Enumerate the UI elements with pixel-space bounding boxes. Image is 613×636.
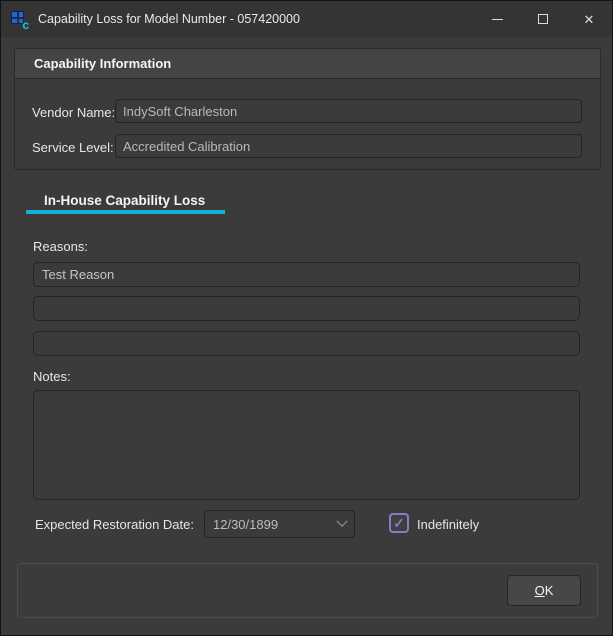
reason-input-1[interactable] [33,262,580,287]
check-icon: ✓ [393,516,405,530]
ok-button[interactable]: OK [507,575,581,606]
indefinitely-label: Indefinitely [417,517,479,532]
indefinitely-checkbox[interactable]: ✓ [389,513,409,533]
notes-label: Notes: [33,369,71,384]
expected-restoration-date-label: Expected Restoration Date: [35,517,194,532]
chevron-down-icon [336,516,347,527]
restoration-date-dropdown[interactable]: 12/30/1899 [204,510,355,538]
close-icon: ✕ [584,13,595,26]
notes-textarea[interactable] [33,390,580,500]
reasons-label: Reasons: [33,239,88,254]
maximize-icon [538,14,548,24]
app-icon: c [11,11,28,28]
window-title: Capability Loss for Model Number - 05742… [38,12,300,26]
close-button[interactable]: ✕ [566,1,612,37]
capability-loss-dialog: c Capability Loss for Model Number - 057… [0,0,613,636]
restoration-date-value: 12/30/1899 [213,517,278,532]
reason-input-3[interactable] [33,331,580,356]
tab-in-house-capability-loss[interactable]: In-House Capability Loss [44,193,205,208]
reason-input-2[interactable] [33,296,580,321]
minimize-icon [492,19,503,20]
minimize-button[interactable] [474,1,520,37]
maximize-button[interactable] [520,1,566,37]
ok-button-accel: O [535,583,545,598]
vendor-name-input[interactable] [115,99,582,123]
capability-information-panel: Capability Information Vendor Name: Serv… [14,48,601,170]
app-logo-c-icon: c [22,19,29,31]
tab-active-underline [26,210,225,214]
service-level-input[interactable] [115,134,582,158]
title-bar: c Capability Loss for Model Number - 057… [1,1,612,37]
service-level-label: Service Level: [32,140,114,155]
ok-button-rest: K [545,583,554,598]
window-controls: ✕ [474,1,612,37]
vendor-name-label: Vendor Name: [32,105,115,120]
capability-information-header: Capability Information [15,49,600,79]
